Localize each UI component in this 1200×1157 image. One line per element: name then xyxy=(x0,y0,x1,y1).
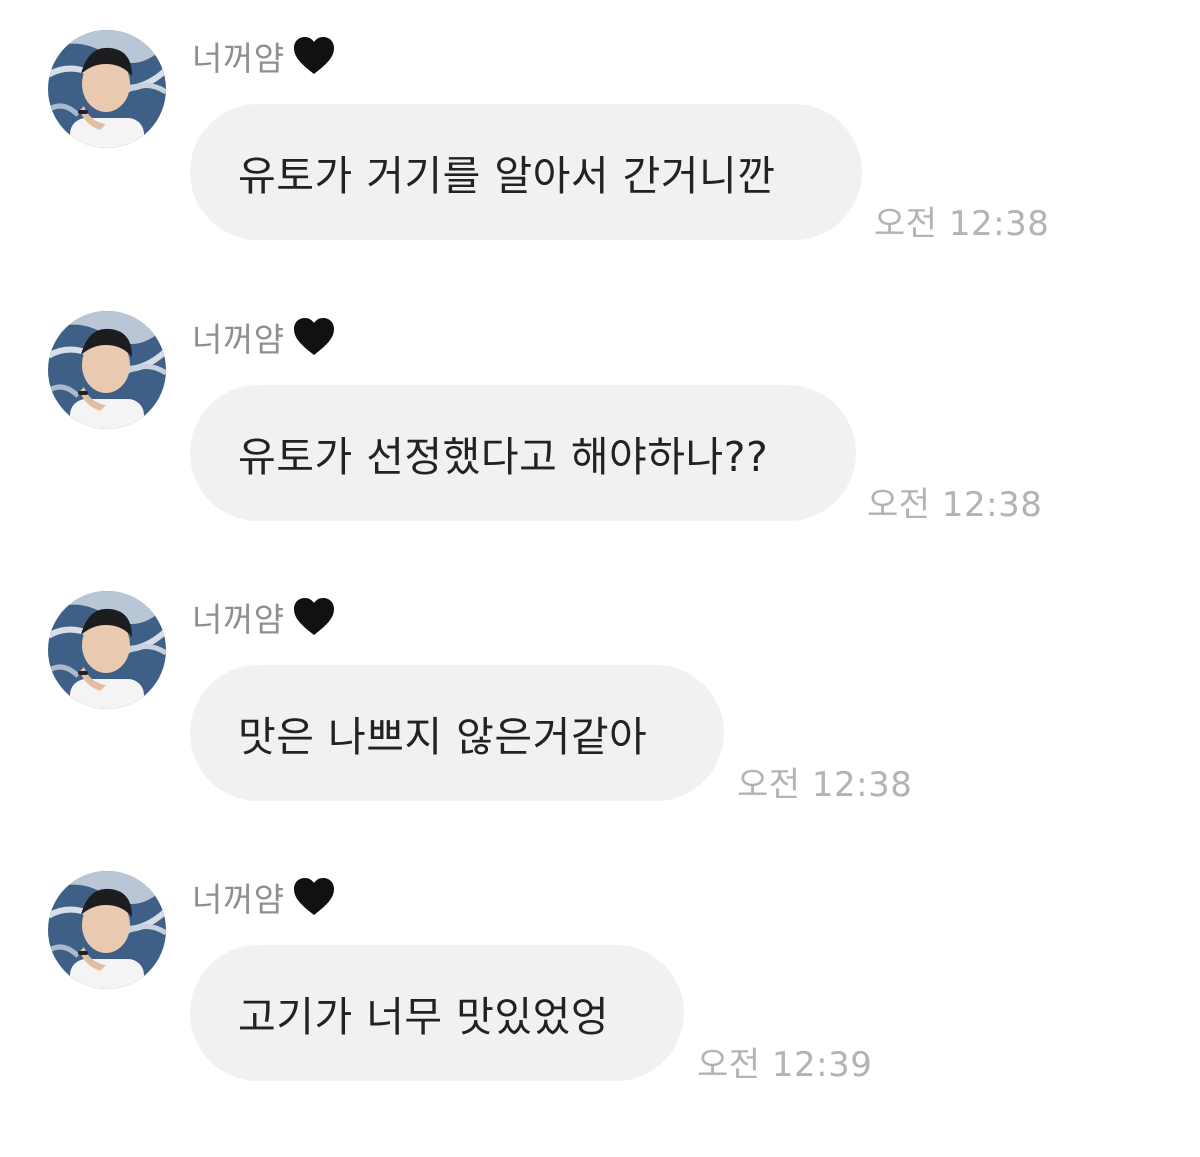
sender-label: 너꺼얌 xyxy=(192,593,337,641)
message-text: 맛은 나쁘지 않은거같아 xyxy=(238,713,648,761)
black-heart-icon xyxy=(291,874,337,920)
message-bubble[interactable]: 유토가 선정했다고 해야하나?? xyxy=(190,385,856,521)
message-time: 오전 12:38 xyxy=(874,204,1050,244)
sender-avatar[interactable] xyxy=(48,30,166,148)
sender-label: 너꺼얌 xyxy=(192,32,337,80)
message-time: 오전 12:38 xyxy=(867,485,1043,525)
message-text: 고기가 너무 맛있었엉 xyxy=(238,993,610,1041)
message-row: 너꺼얌 유토가 선정했다고 해야하나?? 오전 12:38 xyxy=(0,281,1200,541)
sender-label: 너꺼얌 xyxy=(192,873,337,921)
black-heart-icon xyxy=(291,594,337,640)
avatar-photo xyxy=(48,30,166,148)
message-time: 오전 12:39 xyxy=(697,1045,873,1085)
sender-avatar[interactable] xyxy=(48,591,166,709)
black-heart-icon xyxy=(291,33,337,79)
message-row: 너꺼얌 유토가 거기를 알아서 간거니깐 오전 12:38 xyxy=(0,0,1200,260)
sender-avatar[interactable] xyxy=(48,311,166,429)
sender-label: 너꺼얌 xyxy=(192,313,337,361)
message-bubble[interactable]: 맛은 나쁘지 않은거같아 xyxy=(190,665,724,801)
chat-message-list[interactable]: 너꺼얌 유토가 거기를 알아서 간거니깐 오전 12:38 너꺼얌 유토가 선정… xyxy=(0,0,1200,1157)
sender-name: 너꺼얌 xyxy=(192,39,285,78)
message-bubble[interactable]: 고기가 너무 맛있었엉 xyxy=(190,945,684,1081)
sender-name: 너꺼얌 xyxy=(192,320,285,359)
black-heart-icon xyxy=(291,314,337,360)
avatar-photo xyxy=(48,591,166,709)
message-row: 너꺼얌 고기가 너무 맛있었엉 오전 12:39 xyxy=(0,841,1200,1101)
sender-name: 너꺼얌 xyxy=(192,600,285,639)
message-bubble[interactable]: 유토가 거기를 알아서 간거니깐 xyxy=(190,104,862,240)
sender-name: 너꺼얌 xyxy=(192,880,285,919)
sender-avatar[interactable] xyxy=(48,871,166,989)
avatar-photo xyxy=(48,871,166,989)
message-time: 오전 12:38 xyxy=(737,765,913,805)
message-text: 유토가 선정했다고 해야하나?? xyxy=(238,433,769,481)
message-text: 유토가 거기를 알아서 간거니깐 xyxy=(238,152,776,200)
avatar-photo xyxy=(48,311,166,429)
message-row: 너꺼얌 맛은 나쁘지 않은거같아 오전 12:38 xyxy=(0,561,1200,821)
